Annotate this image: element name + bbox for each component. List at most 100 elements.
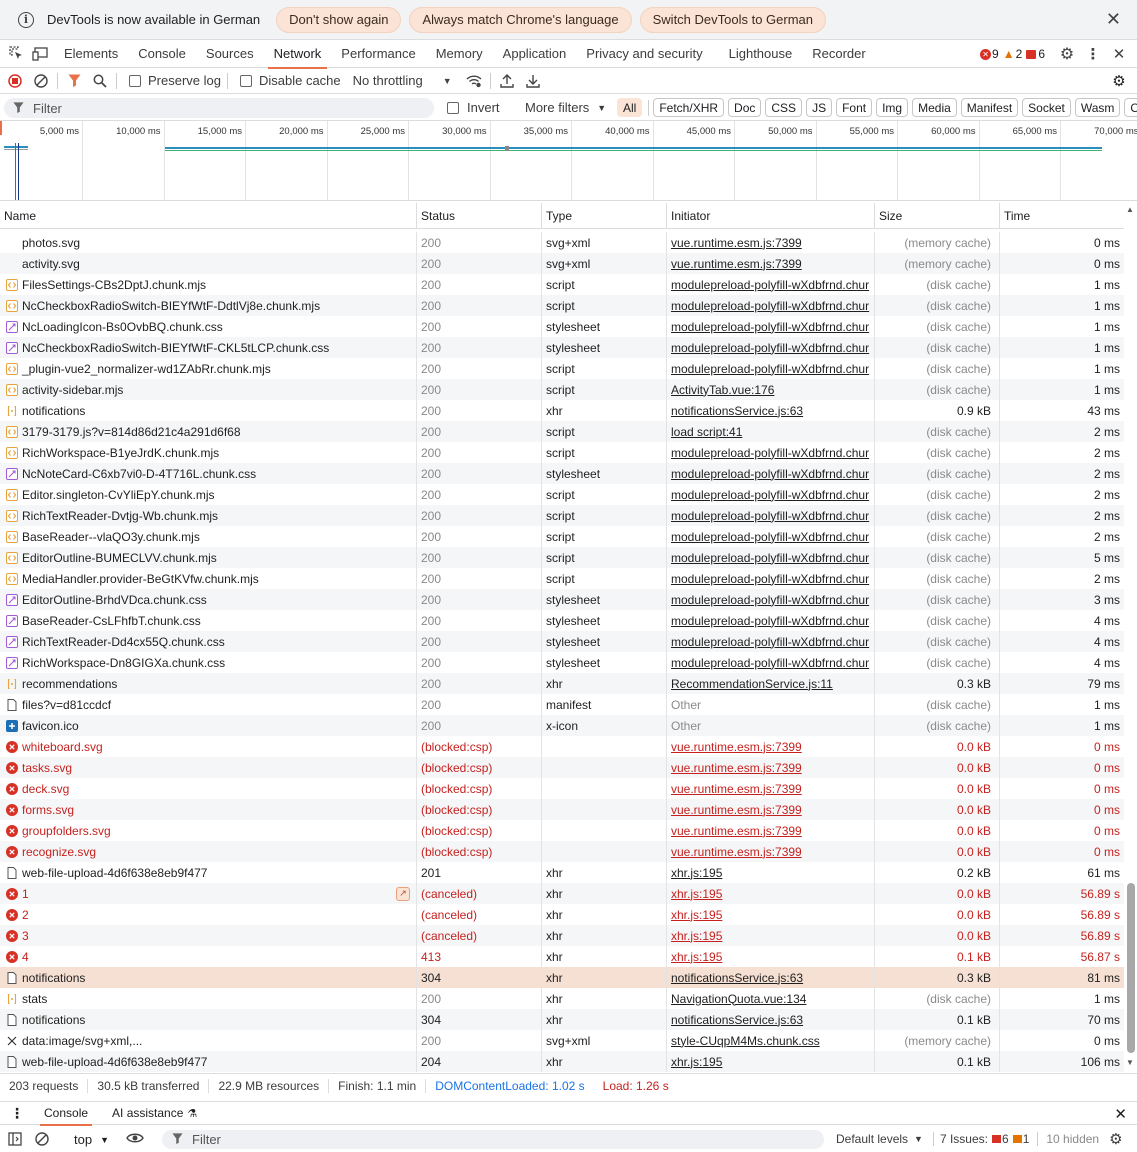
request-name-cell[interactable]: deck.svg — [0, 778, 417, 799]
initiator-link[interactable]: vue.runtime.esm.js:7399 — [667, 820, 875, 841]
device-toolbar-icon[interactable] — [32, 46, 48, 62]
table-row[interactable]: deck.svg (blocked:csp) vue.runtime.esm.js:… — [0, 778, 1124, 799]
request-name-cell[interactable]: NcCheckboxRadioSwitch-BIEYfWtF-CKL5tLCP.… — [0, 337, 417, 358]
request-name-cell[interactable]: web-file-upload-4d6f638e8eb9f477 — [0, 1051, 417, 1072]
type-filter-socket[interactable]: Socket — [1022, 98, 1071, 117]
request-name-cell[interactable]: EditorOutline-BUMECLVV.chunk.mjs — [0, 547, 417, 568]
type-filter-all[interactable]: All — [617, 98, 643, 117]
console-filter-input[interactable]: Filter — [162, 1130, 824, 1149]
scroll-up-icon[interactable]: ▲ — [1126, 205, 1134, 214]
initiator-link[interactable]: modulepreload-polyfill-wXdbfrnd.chur — [667, 337, 875, 358]
request-name-cell[interactable]: web-file-upload-4d6f638e8eb9f477 — [0, 862, 417, 883]
reveal-in-panel-icon[interactable]: ↗ — [396, 886, 410, 901]
initiator-link[interactable]: vue.runtime.esm.js:7399 — [667, 841, 875, 862]
table-row[interactable]: 3 (canceled) xhr xhr.js:195 0.0 kB 56.89 s — [0, 925, 1124, 946]
request-name-cell[interactable]: NcCheckboxRadioSwitch-BIEYfWtF-DdtlVj8e.… — [0, 295, 417, 316]
more-options-icon[interactable]: ⋮ — [1085, 46, 1101, 63]
initiator-link[interactable]: xhr.js:195 — [667, 1051, 875, 1072]
initiator-link[interactable]: xhr.js:195 — [667, 946, 875, 967]
initiator-link[interactable]: modulepreload-polyfill-wXdbfrnd.chur — [667, 547, 875, 568]
initiator-link[interactable]: xhr.js:195 — [667, 904, 875, 925]
import-har-icon[interactable] — [497, 71, 517, 91]
request-name-cell[interactable]: notifications — [0, 1009, 417, 1030]
table-row[interactable]: notifications 200 xhr notificationsService.… — [0, 400, 1124, 421]
drawer-menu-icon[interactable]: ⋮ — [0, 1105, 32, 1122]
initiator-link[interactable]: notificationsService.js:63 — [667, 1009, 875, 1030]
request-name-cell[interactable]: 3 — [0, 925, 417, 946]
table-row[interactable]: notifications 304 xhr notificationsService.… — [0, 967, 1124, 988]
inspect-element-icon[interactable] — [8, 46, 24, 62]
column-header-name[interactable]: Name — [0, 202, 417, 229]
table-row[interactable]: FilesSettings-CBs2DptJ.chunk.mjs 200 scrip… — [0, 274, 1124, 295]
table-row[interactable]: files?v=d81ccdcf 200 manifest Other (disk ca… — [0, 694, 1124, 715]
initiator-link[interactable]: load script:41 — [667, 421, 875, 442]
log-levels-dropdown[interactable]: Default levels ▼ — [836, 1132, 923, 1146]
initiator-link[interactable]: modulepreload-polyfill-wXdbfrnd.chur — [667, 484, 875, 505]
request-name-cell[interactable]: recognize.svg — [0, 841, 417, 862]
close-drawer-icon[interactable]: ✕ — [1114, 1105, 1127, 1123]
table-row[interactable]: favicon.ico 200 x-icon Other (disk cache) 1 m… — [0, 715, 1124, 736]
type-filter-wasm[interactable]: Wasm — [1074, 98, 1121, 117]
type-filter-fetch-xhr[interactable]: Fetch/XHR — [653, 98, 725, 117]
console-settings-gear-icon[interactable]: ⚙ — [1109, 1130, 1122, 1148]
table-row[interactable]: whiteboard.svg (blocked:csp) vue.runtime.e… — [0, 736, 1124, 757]
request-name-cell[interactable]: _plugin-vue2_normalizer-wd1ZAbRr.chunk.m… — [0, 358, 417, 379]
issues-link[interactable]: 7 Issues: 6 1 — [940, 1132, 1029, 1146]
table-row[interactable]: EditorOutline-BUMECLVV.chunk.mjs 200 scrip… — [0, 547, 1124, 568]
table-row[interactable]: Editor.singleton-CvYliEpY.chunk.mjs 200 sc… — [0, 484, 1124, 505]
request-name-cell[interactable]: forms.svg — [0, 799, 417, 820]
initiator-link[interactable]: NavigationQuota.vue:134 — [667, 988, 875, 1009]
table-row[interactable]: RichTextReader-Dd4cx55Q.chunk.css 200 styl… — [0, 631, 1124, 652]
tab-console[interactable]: Console — [128, 40, 196, 68]
tab-application[interactable]: Application — [493, 40, 577, 68]
warning-count-badge[interactable]: ▲ 2 — [1003, 47, 1023, 61]
issues-count-badge[interactable]: 6 — [1026, 47, 1045, 61]
type-filter-other[interactable]: Other — [1124, 98, 1137, 117]
request-name-cell[interactable]: 2 — [0, 904, 417, 925]
request-name-cell[interactable]: data:image/svg+xml,... — [0, 1030, 417, 1051]
request-name-cell[interactable]: RichWorkspace-B1yeJrdK.chunk.mjs — [0, 442, 417, 463]
request-name-cell[interactable]: recommendations — [0, 673, 417, 694]
request-name-cell[interactable]: FilesSettings-CBs2DptJ.chunk.mjs — [0, 274, 417, 295]
table-row[interactable]: 2 (canceled) xhr xhr.js:195 0.0 kB 56.89 s — [0, 904, 1124, 925]
initiator-link[interactable]: modulepreload-polyfill-wXdbfrnd.chur — [667, 505, 875, 526]
console-sidebar-icon[interactable] — [8, 1132, 22, 1149]
clear-icon[interactable] — [31, 71, 51, 91]
request-name-cell[interactable]: tasks.svg — [0, 757, 417, 778]
table-row[interactable]: activity.svg 200 svg+xml vue.runtime.esm.js… — [0, 253, 1124, 274]
scroll-down-icon[interactable]: ▼ — [1126, 1058, 1134, 1067]
always-match-language-button[interactable]: Always match Chrome's language — [409, 6, 632, 33]
request-name-cell[interactable]: Editor.singleton-CvYliEpY.chunk.mjs — [0, 484, 417, 505]
table-row[interactable]: tasks.svg (blocked:csp) vue.runtime.esm.js… — [0, 757, 1124, 778]
throttling-select[interactable]: No throttling ▼ — [353, 73, 452, 88]
table-row[interactable]: NcLoadingIcon-Bs0OvbBQ.chunk.css 200 style… — [0, 316, 1124, 337]
search-icon[interactable] — [90, 71, 110, 91]
scrollbar-thumb[interactable] — [1127, 883, 1135, 1053]
initiator-link[interactable]: modulepreload-polyfill-wXdbfrnd.chur — [667, 568, 875, 589]
table-row[interactable]: activity-sidebar.mjs 200 script ActivityTab… — [0, 379, 1124, 400]
table-row[interactable]: web-file-upload-4d6f638e8eb9f477 204 xhr xh… — [0, 1051, 1124, 1072]
request-name-cell[interactable]: RichTextReader-Dd4cx55Q.chunk.css — [0, 631, 417, 652]
request-name-cell[interactable]: RichTextReader-Dvtjg-Wb.chunk.mjs — [0, 505, 417, 526]
table-row[interactable]: data:image/svg+xml,... 200 svg+xml style-CU… — [0, 1030, 1124, 1051]
initiator-link[interactable]: style-CUqpM4Ms.chunk.css — [667, 1030, 875, 1051]
tab-privacy-security[interactable]: Privacy and security — [576, 40, 712, 68]
switch-to-german-button[interactable]: Switch DevTools to German — [639, 6, 827, 33]
initiator-link[interactable]: modulepreload-polyfill-wXdbfrnd.chur — [667, 316, 875, 337]
request-name-cell[interactable]: stats — [0, 988, 417, 1009]
initiator-link[interactable]: modulepreload-polyfill-wXdbfrnd.chur — [667, 610, 875, 631]
filter-funnel-icon[interactable] — [64, 71, 84, 91]
type-filter-img[interactable]: Img — [876, 98, 909, 117]
request-name-cell[interactable]: BaseReader-CsLFhfbT.chunk.css — [0, 610, 417, 631]
table-row[interactable]: stats 200 xhr NavigationQuota.vue:134 (disk … — [0, 988, 1124, 1009]
initiator-link[interactable]: xhr.js:195 — [667, 925, 875, 946]
invert-checkbox[interactable]: Invert — [447, 100, 500, 115]
request-name-cell[interactable]: files?v=d81ccdcf — [0, 694, 417, 715]
request-name-cell[interactable]: favicon.ico — [0, 715, 417, 736]
column-header-initiator[interactable]: Initiator — [667, 202, 875, 229]
request-name-cell[interactable]: 3179-3179.js?v=814d86d21c4a291d6f68 — [0, 421, 417, 442]
initiator-link[interactable]: xhr.js:195 — [667, 862, 875, 883]
clear-console-icon[interactable] — [35, 1132, 49, 1149]
filter-input[interactable]: Filter — [4, 98, 434, 118]
preserve-log-checkbox[interactable]: Preserve log — [129, 73, 221, 88]
